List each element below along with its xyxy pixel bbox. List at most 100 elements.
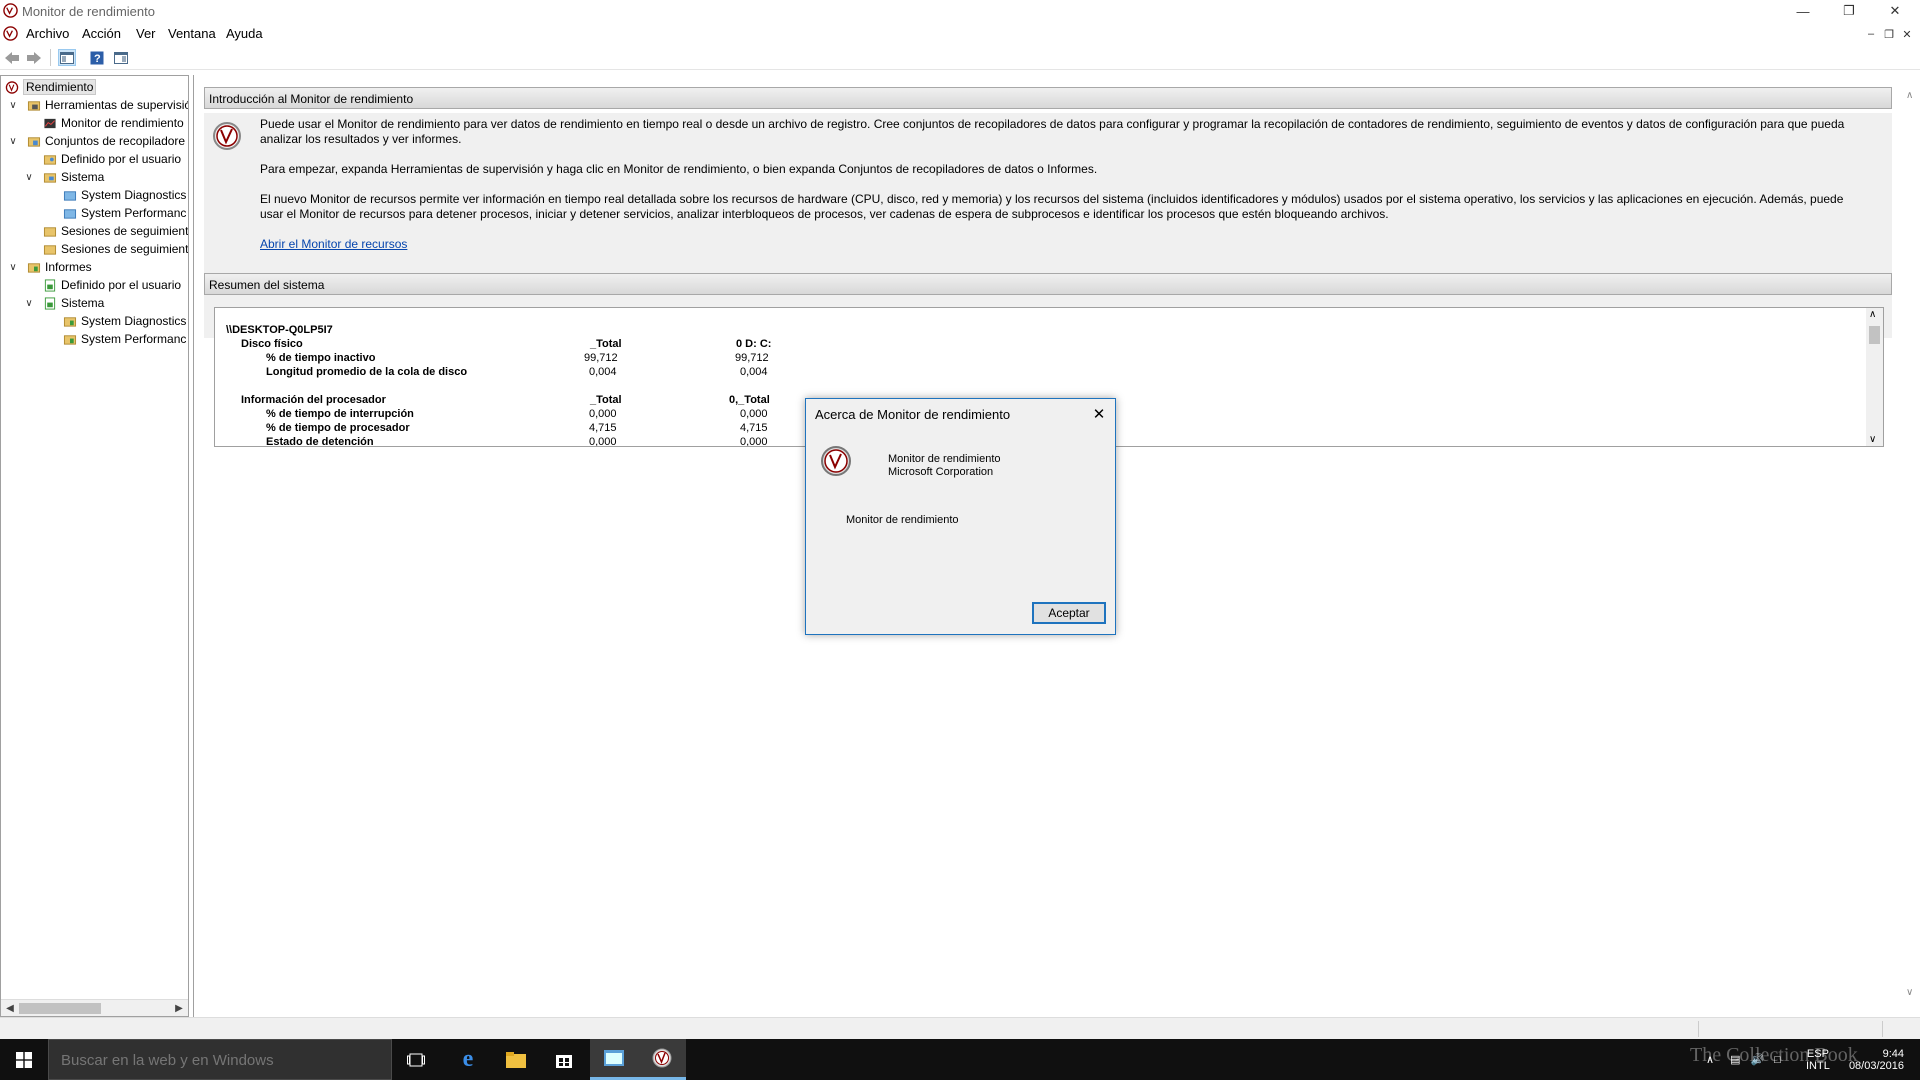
collapse-chevron-icon[interactable]: ∨ [23, 297, 35, 309]
help-button[interactable]: ? [88, 49, 106, 66]
perfmon-icon [5, 80, 19, 94]
restore-button[interactable]: ❐ [1826, 0, 1872, 22]
tree-label: System Diagnostics [81, 188, 187, 202]
show-hide-tree-button[interactable] [58, 49, 76, 66]
collector-set-icon [63, 208, 77, 219]
tree-item-sesiones-1[interactable]: Sesiones de seguimient [43, 222, 188, 240]
mmc-app-button[interactable] [590, 1039, 638, 1080]
collapse-chevron-icon[interactable]: ∨ [7, 135, 19, 147]
tree-item-definido-usuario[interactable]: Definido por el usuario [43, 150, 181, 168]
scroll-down-icon[interactable]: ∨ [1906, 987, 1913, 998]
perfmon-menu-icon[interactable] [3, 26, 18, 41]
tree-item-informes-sistema[interactable]: ∨ Sistema [25, 294, 104, 312]
dialog-close-button[interactable]: ✕ [1089, 404, 1109, 424]
disk-group-title: Disco físico [241, 338, 303, 350]
tree-item-sistema[interactable]: ∨ Sistema [25, 168, 104, 186]
perfmon-app-button[interactable] [638, 1039, 686, 1080]
status-cell [1698, 1021, 1699, 1037]
menu-ayuda[interactable]: Ayuda [226, 26, 263, 41]
tree-item-system-diagnostics[interactable]: System Diagnostics [63, 186, 186, 204]
menu-archivo[interactable]: Archivo [26, 26, 69, 41]
tree-item-system-performance[interactable]: System Performanc [63, 204, 186, 222]
tree-label: Definido por el usuario [61, 152, 182, 166]
child-close-button[interactable]: ✕ [1899, 26, 1915, 42]
scroll-down-icon[interactable]: ∨ [1869, 434, 1876, 445]
title-bar: Monitor de rendimiento — ❐ ✕ [0, 0, 1920, 22]
tree-label: System Performanc [81, 206, 187, 220]
cpu-row-value: 4,715 [589, 422, 617, 434]
tree-item-conjuntos[interactable]: ∨ Conjuntos de recopiladore [9, 132, 186, 150]
collapse-chevron-icon[interactable]: ∨ [7, 261, 19, 273]
tree-item-report-diagnostics[interactable]: System Diagnostics [63, 312, 186, 330]
scroll-thumb[interactable] [19, 1003, 101, 1014]
cpu-row-value: 0,000 [740, 436, 768, 447]
summary-vertical-scrollbar[interactable]: ∧ ∨ [1866, 308, 1883, 446]
action-pane-button[interactable] [112, 49, 130, 66]
folder-icon [43, 226, 57, 237]
tree-label: Conjuntos de recopiladore [45, 134, 186, 148]
tree-item-informes[interactable]: ∨ Informes [9, 258, 91, 276]
edge-icon: e [462, 1046, 474, 1072]
collapse-chevron-icon[interactable]: ∨ [23, 171, 35, 183]
forward-button[interactable] [25, 49, 43, 66]
close-button[interactable]: ✕ [1872, 0, 1918, 22]
disk-col-total: _Total [590, 338, 622, 350]
windows-logo-icon [16, 1051, 32, 1068]
collapse-chevron-icon[interactable]: ∨ [7, 99, 19, 111]
tree-label: Herramientas de supervisió [45, 98, 189, 112]
cpu-col-total: _Total [590, 394, 622, 406]
tree-item-rendimiento[interactable]: Rendimiento [5, 78, 97, 96]
perfmon-taskbar-icon [652, 1048, 672, 1068]
monitor-chart-icon [44, 118, 56, 128]
disk-row-value: 0,004 [740, 366, 768, 378]
tree-item-monitor[interactable]: Monitor de rendimiento [43, 114, 184, 132]
cpu-row-value: 4,715 [740, 422, 768, 434]
disk-row-value: 0,004 [589, 366, 617, 378]
report-icon [63, 316, 77, 327]
status-cell [1882, 1021, 1883, 1037]
tree-item-herramientas[interactable]: ∨ Herramientas de supervisió [9, 96, 189, 114]
child-restore-button[interactable]: ❐ [1881, 26, 1897, 42]
dialog-title: Acerca de Monitor de rendimiento [815, 407, 1011, 422]
open-resource-monitor-link[interactable]: Abrir el Monitor de recursos [260, 237, 407, 251]
disk-row-label: % de tiempo inactivo [266, 352, 376, 364]
task-view-button[interactable] [392, 1039, 440, 1080]
menu-ver[interactable]: Ver [136, 26, 156, 41]
main-vertical-scrollbar[interactable]: ∧ ∨ [1903, 75, 1920, 1000]
child-minimize-button[interactable]: – [1863, 26, 1879, 42]
task-view-icon [407, 1053, 425, 1066]
menu-accion[interactable]: Acción [82, 26, 121, 41]
tree-label: Monitor de rendimiento [61, 116, 184, 130]
tree-label: Definido por el usuario [61, 278, 182, 292]
accept-button[interactable]: Aceptar [1032, 602, 1106, 624]
edge-button[interactable]: e [444, 1039, 492, 1080]
back-button[interactable] [3, 49, 21, 66]
menu-ventana[interactable]: Ventana [168, 26, 216, 41]
toolbar: ? [0, 44, 1920, 70]
console-app-icon [604, 1050, 624, 1066]
dialog-company: Microsoft Corporation [888, 466, 994, 478]
search-input[interactable] [59, 1050, 379, 1070]
watermark-text: The Collection Book [1690, 1044, 1858, 1066]
dialog-product-name: Monitor de rendimiento [888, 453, 1001, 465]
file-explorer-button[interactable] [492, 1039, 540, 1080]
console-tree-icon [60, 51, 74, 64]
tree-label: System Performanc [81, 332, 187, 346]
tree-item-sesiones-2[interactable]: Sesiones de seguimient [43, 240, 188, 258]
taskbar-search[interactable] [48, 1039, 392, 1080]
tree-item-informes-definido[interactable]: Definido por el usuario [43, 276, 181, 294]
start-button[interactable] [0, 1039, 48, 1080]
action-pane-icon [114, 51, 128, 64]
scroll-up-icon[interactable]: ∧ [1906, 90, 1913, 101]
disk-row-label: Longitud promedio de la cola de disco [266, 366, 468, 378]
scroll-right-icon[interactable]: ▶ [172, 1001, 186, 1015]
tree-horizontal-scrollbar[interactable]: ◀ ▶ [1, 999, 188, 1016]
scroll-thumb[interactable] [1869, 326, 1880, 344]
store-button[interactable] [540, 1039, 588, 1080]
scroll-up-icon[interactable]: ∧ [1869, 309, 1876, 320]
taskbar: e ∧ ▤ 🔊 □ ESP INTL 9:44 08/03/2016 [0, 1039, 1920, 1080]
scroll-left-icon[interactable]: ◀ [3, 1001, 17, 1015]
tree-item-report-performance[interactable]: System Performanc [63, 330, 186, 348]
minimize-button[interactable]: — [1780, 0, 1826, 22]
status-bar [0, 1017, 1920, 1039]
